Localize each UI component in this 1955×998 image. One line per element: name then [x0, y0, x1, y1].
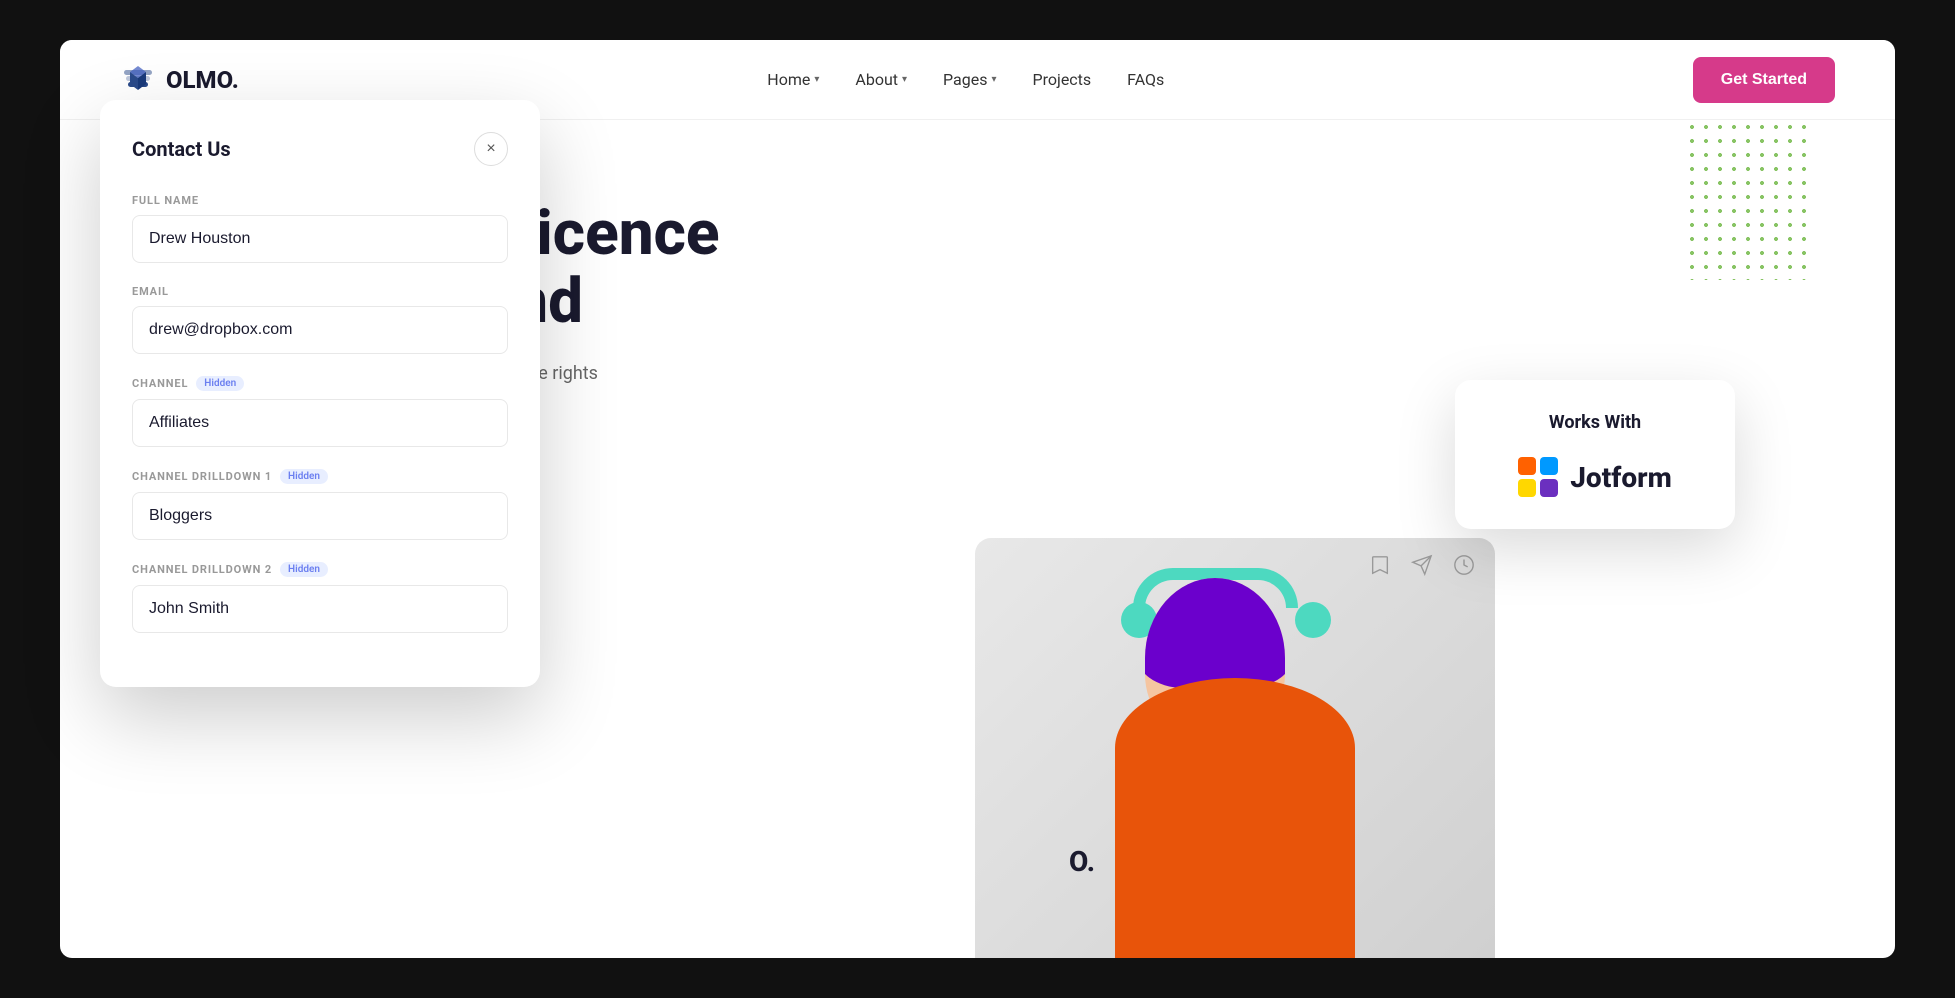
channel-drilldown-1-label: CHANNEL DRILLDOWN 1 Hidden	[132, 469, 508, 484]
works-with-card: Works With Jotform	[1455, 380, 1735, 529]
channel-label: CHANNEL Hidden	[132, 376, 508, 391]
channel-drilldown-1-field-group: CHANNEL DRILLDOWN 1 Hidden	[132, 469, 508, 540]
home-chevron-icon: ▾	[814, 74, 819, 85]
works-with-title: Works With	[1503, 412, 1687, 433]
about-chevron-icon: ▾	[902, 74, 907, 85]
full-name-input[interactable]	[132, 215, 508, 263]
channel-drilldown-1-hidden-badge: Hidden	[280, 469, 328, 484]
jacket	[1115, 678, 1355, 958]
nav-home[interactable]: Home ▾	[767, 70, 819, 89]
channel-input[interactable]	[132, 399, 508, 447]
channel-drilldown-2-hidden-badge: Hidden	[280, 562, 328, 577]
pages-chevron-icon: ▾	[991, 74, 996, 85]
hero-image: O.	[975, 538, 1495, 958]
jotform-icon	[1518, 457, 1558, 497]
channel-field-group: CHANNEL Hidden	[132, 376, 508, 447]
nav-faqs[interactable]: FAQs	[1127, 70, 1164, 89]
jotform-text: Jotform	[1570, 461, 1672, 494]
channel-drilldown-2-input[interactable]	[132, 585, 508, 633]
nav-projects[interactable]: Projects	[1033, 70, 1092, 89]
email-label: EMAIL	[132, 285, 508, 298]
get-started-button[interactable]: Get Started	[1693, 57, 1835, 103]
full-name-label: FULL NAME	[132, 194, 508, 207]
channel-hidden-badge: Hidden	[196, 376, 244, 391]
logo-text: OLMO.	[166, 66, 239, 94]
girl-figure	[1095, 558, 1375, 958]
channel-drilldown-2-label: CHANNEL DRILLDOWN 2 Hidden	[132, 562, 508, 577]
jotform-logo: Jotform	[1503, 457, 1687, 497]
headphone-right	[1295, 602, 1331, 638]
modal-header: Contact Us ×	[132, 132, 508, 166]
email-field-group: EMAIL	[132, 285, 508, 354]
clock-icon	[1453, 554, 1475, 576]
channel-drilldown-2-field-group: CHANNEL DRILLDOWN 2 Hidden	[132, 562, 508, 633]
logo[interactable]: OLMO.	[120, 62, 239, 98]
modal-close-button[interactable]: ×	[474, 132, 508, 166]
contact-modal: Contact Us × FULL NAME EMAIL CHANNEL Hid…	[100, 100, 540, 687]
channel-drilldown-1-input[interactable]	[132, 492, 508, 540]
send-icon	[1411, 554, 1433, 576]
icon-row	[1369, 554, 1475, 576]
nav-about[interactable]: About ▾	[855, 70, 907, 89]
nav-links: Home ▾ About ▾ Pages ▾ Projects FAQs	[767, 70, 1164, 89]
full-name-field-group: FULL NAME	[132, 194, 508, 263]
hero-o-brand: O.	[1069, 845, 1095, 878]
modal-title: Contact Us	[132, 137, 231, 161]
nav-pages[interactable]: Pages ▾	[943, 70, 996, 89]
modal-overlay: Contact Us × FULL NAME EMAIL CHANNEL Hid…	[100, 100, 540, 687]
email-input[interactable]	[132, 306, 508, 354]
logo-icon	[120, 62, 156, 98]
hair	[1145, 578, 1285, 688]
